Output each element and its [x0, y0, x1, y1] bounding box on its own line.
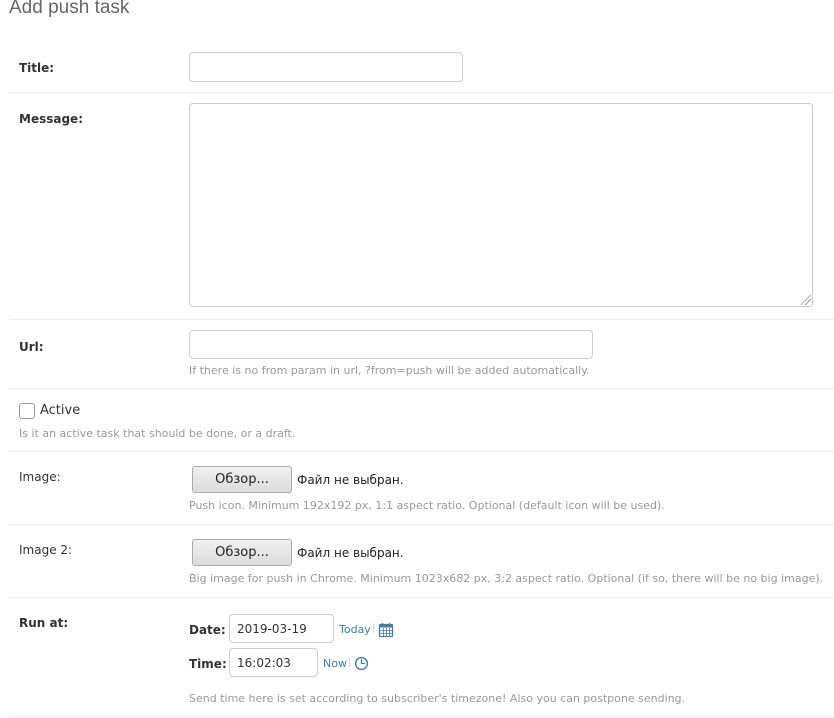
image-browse-button[interactable]: Обзор...	[192, 466, 292, 493]
time-label: Time:	[189, 657, 227, 671]
image-2-label: Image 2:	[19, 543, 73, 557]
active-label[interactable]: Active	[40, 403, 80, 418]
title-label: Title:	[19, 61, 55, 75]
now-link[interactable]: Now	[323, 657, 347, 670]
image-help-text: Push icon. Minimum 192x192 px, 1:1 aspec…	[189, 499, 665, 512]
image-label: Image:	[19, 470, 61, 484]
message-textarea[interactable]	[189, 103, 813, 307]
calendar-icon[interactable]	[378, 622, 394, 638]
form-row-image-2: Image 2: Обзор... Файл не выбран. Big im…	[9, 525, 834, 598]
form-row-message: Message:	[9, 93, 834, 320]
image-2-help-text: Big image for push in Chrome. Minimum 10…	[189, 572, 824, 585]
form-row-url: Url: If there is no from param in url, ?…	[9, 320, 834, 389]
image-2-browse-button[interactable]: Обзор...	[192, 539, 292, 566]
form-row-image: Image: Обзор... Файл не выбран. Push ico…	[9, 452, 834, 525]
title-input[interactable]	[189, 52, 463, 82]
active-checkbox[interactable]	[19, 403, 35, 419]
run-at-help-text: Send time here is set according to subsc…	[189, 692, 686, 705]
form-row-active: Active Is it an active task that should …	[9, 389, 834, 452]
run-at-label: Run at:	[19, 616, 69, 630]
clock-icon[interactable]	[354, 656, 369, 671]
image-2-file-status: Файл не выбран.	[297, 546, 404, 560]
url-input[interactable]	[189, 330, 593, 359]
date-label: Date:	[189, 623, 226, 637]
time-input[interactable]	[229, 648, 318, 677]
today-link[interactable]: Today	[339, 623, 371, 636]
url-label: Url:	[19, 340, 44, 354]
url-help-text: If there is no from param in url, ?from=…	[189, 364, 590, 377]
time-shortcut-separator: |	[348, 657, 352, 668]
form-row-run-at: Run at: Date: Today | Time: Now | Send t…	[9, 598, 834, 717]
message-label: Message:	[19, 112, 83, 126]
date-input[interactable]	[229, 614, 334, 643]
textarea-resize-handle[interactable]	[801, 295, 811, 305]
form-row-title: Title:	[9, 38, 834, 93]
date-shortcut-separator: |	[372, 623, 376, 634]
image-file-status: Файл не выбран.	[297, 473, 404, 487]
page-title: Add push task	[9, 0, 130, 18]
active-help-text: Is it an active task that should be done…	[19, 427, 296, 440]
